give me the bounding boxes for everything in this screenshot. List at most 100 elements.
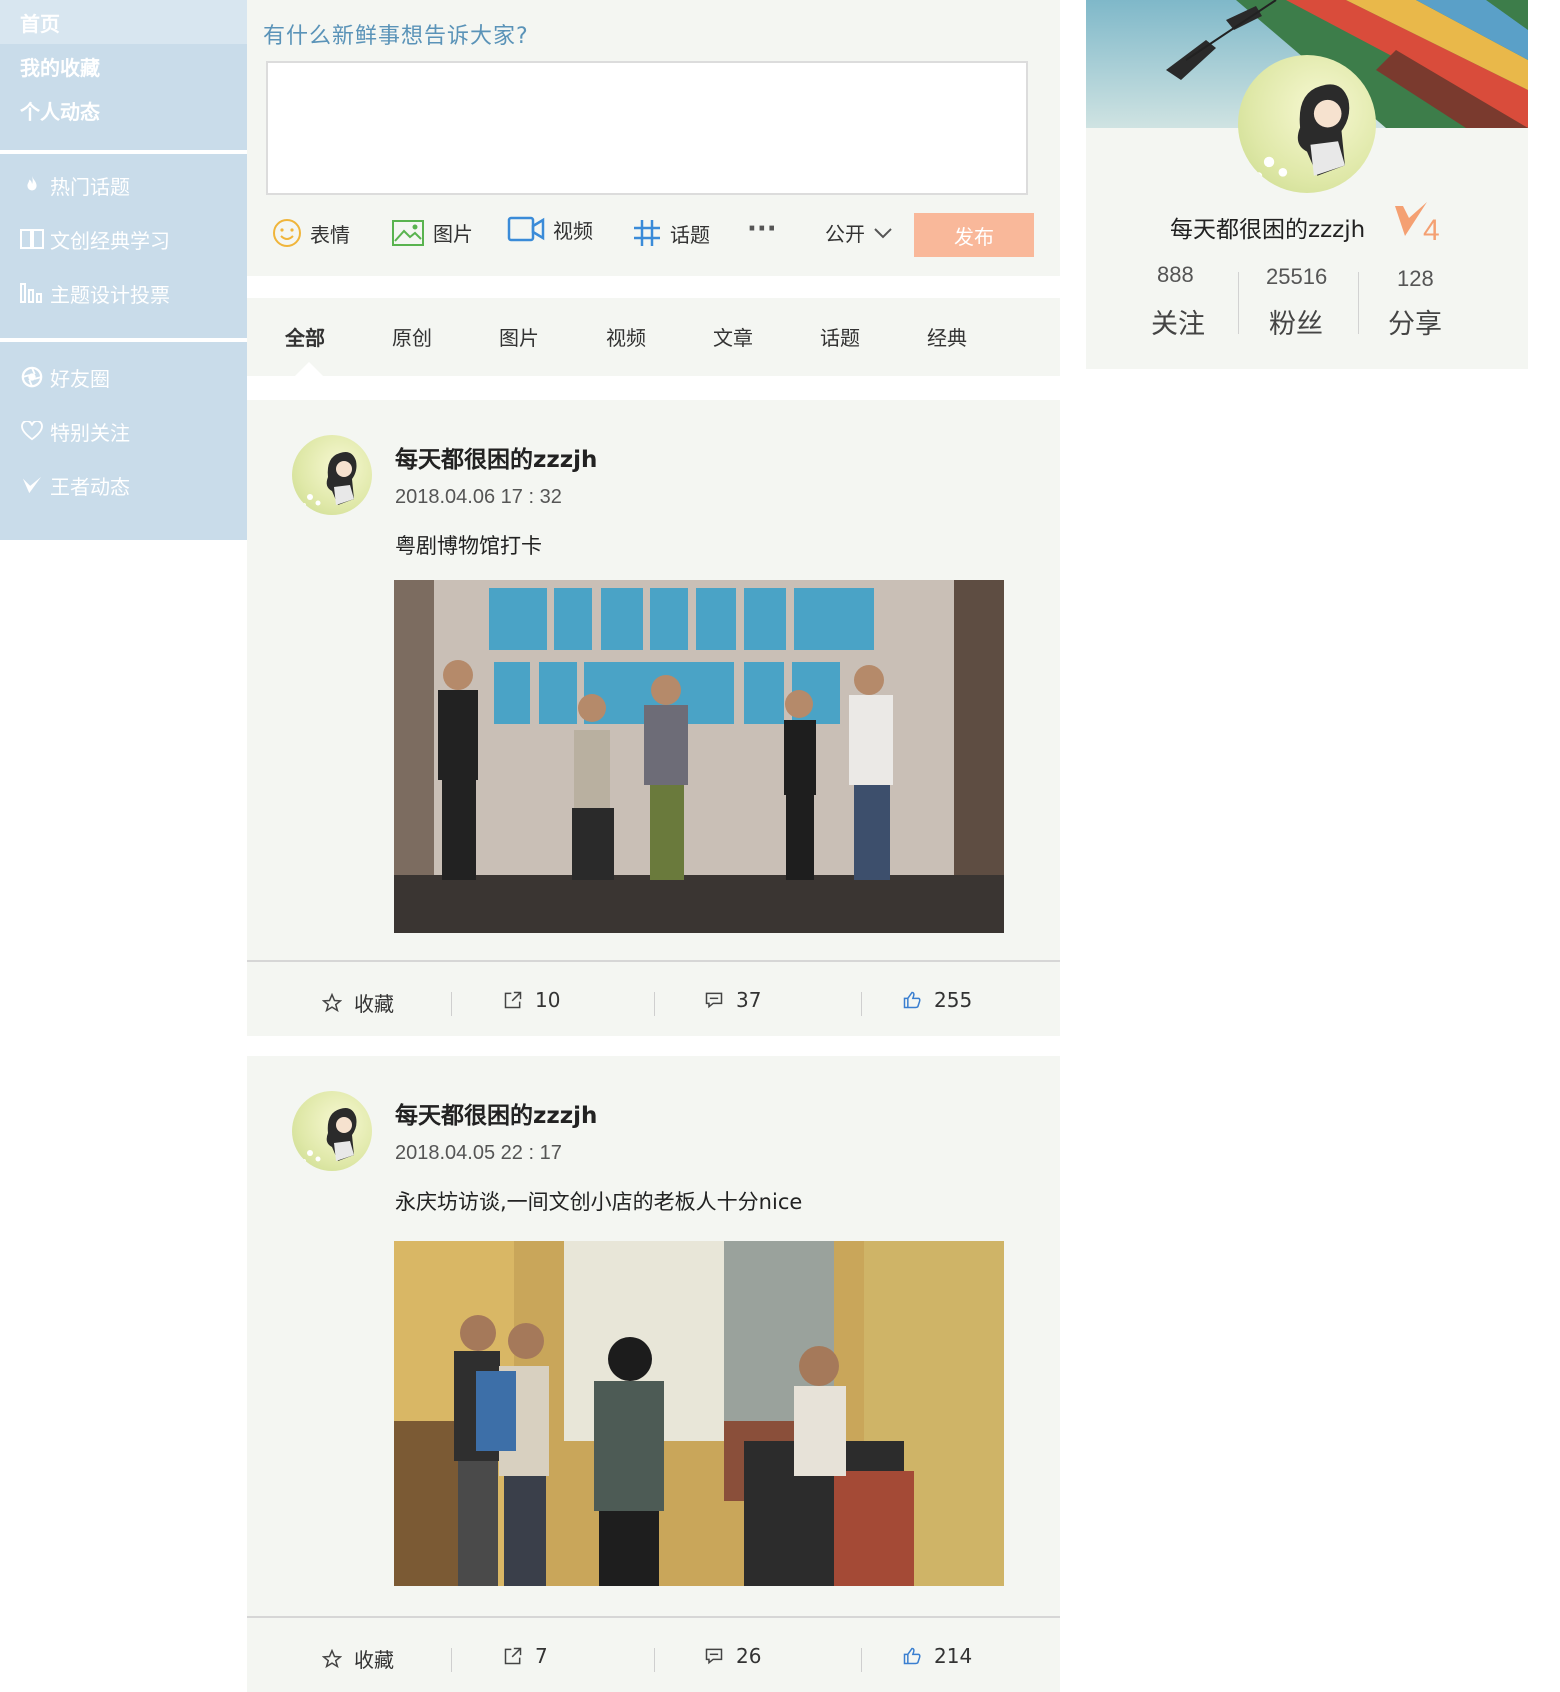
sidebar-item-classic-study[interactable]: 文创经典学习	[0, 212, 247, 266]
fire-icon	[20, 173, 44, 197]
action-separator	[861, 1648, 862, 1672]
sidebar-item-label: 特别关注	[50, 420, 130, 445]
avatar[interactable]	[292, 435, 372, 515]
sidebar-item-my-activity[interactable]: 个人动态	[0, 88, 247, 132]
like-count: 255	[934, 988, 973, 1012]
shares-count: 128	[1397, 266, 1434, 291]
sidebar-group-social: 好友圈 特别关注 王者动态	[0, 342, 247, 540]
share-icon	[503, 990, 523, 1010]
v-badge-icon	[20, 473, 44, 497]
tab-all[interactable]: 全部	[285, 322, 325, 351]
comment-icon	[704, 990, 724, 1010]
book-icon	[20, 227, 44, 251]
camera-aperture-icon	[20, 365, 44, 389]
post-author[interactable]: 每天都很困的zzzjh	[395, 440, 597, 474]
following-count: 888	[1157, 262, 1194, 287]
favorite-label: 收藏	[354, 1648, 394, 1672]
tab-original[interactable]: 原创	[392, 322, 432, 351]
tab-classics[interactable]: 经典	[927, 322, 967, 351]
feed-post: 每天都很困的zzzjh 2018.04.05 22 : 17 永庆坊访谈,一间文…	[247, 1056, 1060, 1692]
sidebar-item-label: 我的收藏	[20, 55, 100, 80]
sidebar-item-label: 主题设计投票	[50, 282, 170, 307]
action-separator	[451, 1648, 452, 1672]
sidebar-group-topics: 热门话题 文创经典学习 主题设计投票	[0, 154, 247, 338]
hashtag-icon	[632, 218, 662, 248]
share-count: 7	[535, 1644, 548, 1668]
left-sidebar: 首页 我的收藏 个人动态 热门话题 文创经典学习 主题设计投票 好友圈 特别关注…	[0, 0, 247, 540]
favorite-label: 收藏	[354, 992, 394, 1016]
sidebar-item-label: 热门话题	[50, 174, 130, 199]
topic-label: 话题	[670, 222, 710, 247]
action-separator	[654, 992, 655, 1016]
post-photo[interactable]	[394, 1241, 1004, 1586]
favorite-button[interactable]: 收藏	[322, 988, 394, 1017]
smile-icon	[272, 218, 302, 248]
post-divider	[247, 1616, 1060, 1618]
sidebar-item-label: 首页	[20, 11, 60, 36]
sidebar-item-favorites[interactable]: 我的收藏	[0, 44, 247, 88]
action-separator	[861, 992, 862, 1016]
feed-post: 每天都很困的zzzjh 2018.04.06 17 : 32 粤剧博物馆打卡 收…	[247, 400, 1060, 1036]
stat-separator	[1238, 272, 1239, 334]
image-button[interactable]: 图片	[391, 218, 473, 247]
star-icon	[322, 992, 342, 1013]
tab-topics[interactable]: 话题	[820, 322, 860, 351]
chevron-down-icon	[873, 227, 893, 239]
level-badge: 4	[1393, 200, 1443, 252]
profile-avatar[interactable]	[1238, 55, 1376, 193]
action-separator	[451, 992, 452, 1016]
followers-link[interactable]: 粉丝	[1269, 302, 1323, 341]
post-composer: 有什么新鲜事想告诉大家? 表情 图片 视频 话题 ··· 公开 发布	[247, 0, 1060, 276]
publish-button[interactable]: 发布	[914, 213, 1034, 257]
sidebar-item-label: 好友圈	[50, 366, 110, 391]
profile-username[interactable]: 每天都很困的zzzjh	[1170, 210, 1365, 244]
image-icon	[391, 219, 425, 247]
post-divider	[247, 960, 1060, 962]
post-author[interactable]: 每天都很困的zzzjh	[395, 1096, 597, 1130]
star-icon	[322, 1648, 342, 1669]
composer-textarea[interactable]	[266, 61, 1028, 195]
visibility-label: 公开	[825, 222, 865, 246]
visibility-select[interactable]: 公开	[825, 218, 901, 247]
tab-images[interactable]: 图片	[499, 322, 539, 351]
share-icon	[503, 1646, 523, 1666]
sidebar-item-special-follow[interactable]: 特别关注	[0, 404, 247, 458]
sidebar-item-label: 文创经典学习	[50, 228, 170, 253]
share-button[interactable]: 7	[503, 1644, 548, 1668]
post-photo[interactable]	[394, 580, 1004, 933]
tab-videos[interactable]: 视频	[606, 322, 646, 351]
shares-link[interactable]: 分享	[1388, 302, 1442, 341]
video-label: 视频	[553, 218, 593, 243]
favorite-button[interactable]: 收藏	[322, 1644, 394, 1673]
comment-button[interactable]: 26	[704, 1644, 761, 1668]
comment-button[interactable]: 37	[704, 988, 761, 1012]
sidebar-item-hot-topics[interactable]: 热门话题	[0, 158, 247, 212]
post-timestamp: 2018.04.05 22 : 17	[395, 1142, 562, 1164]
active-tab-indicator	[295, 362, 323, 376]
emoji-button[interactable]: 表情	[272, 218, 350, 248]
post-content: 永庆坊访谈,一间文创小店的老板人十分nice	[395, 1190, 803, 1214]
comment-icon	[704, 1646, 724, 1666]
following-link[interactable]: 关注	[1151, 302, 1205, 341]
heart-icon	[20, 419, 44, 443]
share-button[interactable]: 10	[503, 988, 560, 1012]
sidebar-item-home[interactable]: 首页	[0, 0, 247, 44]
sidebar-item-label: 王者动态	[50, 474, 130, 499]
comment-count: 26	[736, 1644, 762, 1668]
sidebar-group-main: 首页 我的收藏 个人动态	[0, 0, 247, 150]
video-button[interactable]: 视频	[507, 214, 593, 244]
like-button[interactable]: 214	[902, 1644, 972, 1668]
avatar[interactable]	[292, 1091, 372, 1171]
sidebar-item-design-vote[interactable]: 主题设计投票	[0, 266, 247, 320]
like-count: 214	[934, 1644, 973, 1668]
like-button[interactable]: 255	[902, 988, 972, 1012]
more-button[interactable]: ···	[747, 214, 777, 244]
tab-articles[interactable]: 文章	[713, 322, 753, 351]
composer-prompt: 有什么新鲜事想告诉大家?	[263, 24, 529, 49]
topic-button[interactable]: 话题	[632, 218, 710, 248]
sidebar-item-friends-circle[interactable]: 好友圈	[0, 350, 247, 404]
level-number: 4	[1423, 214, 1440, 247]
bar-chart-icon	[20, 281, 44, 305]
image-label: 图片	[433, 222, 473, 246]
sidebar-item-king-activity[interactable]: 王者动态	[0, 458, 247, 512]
